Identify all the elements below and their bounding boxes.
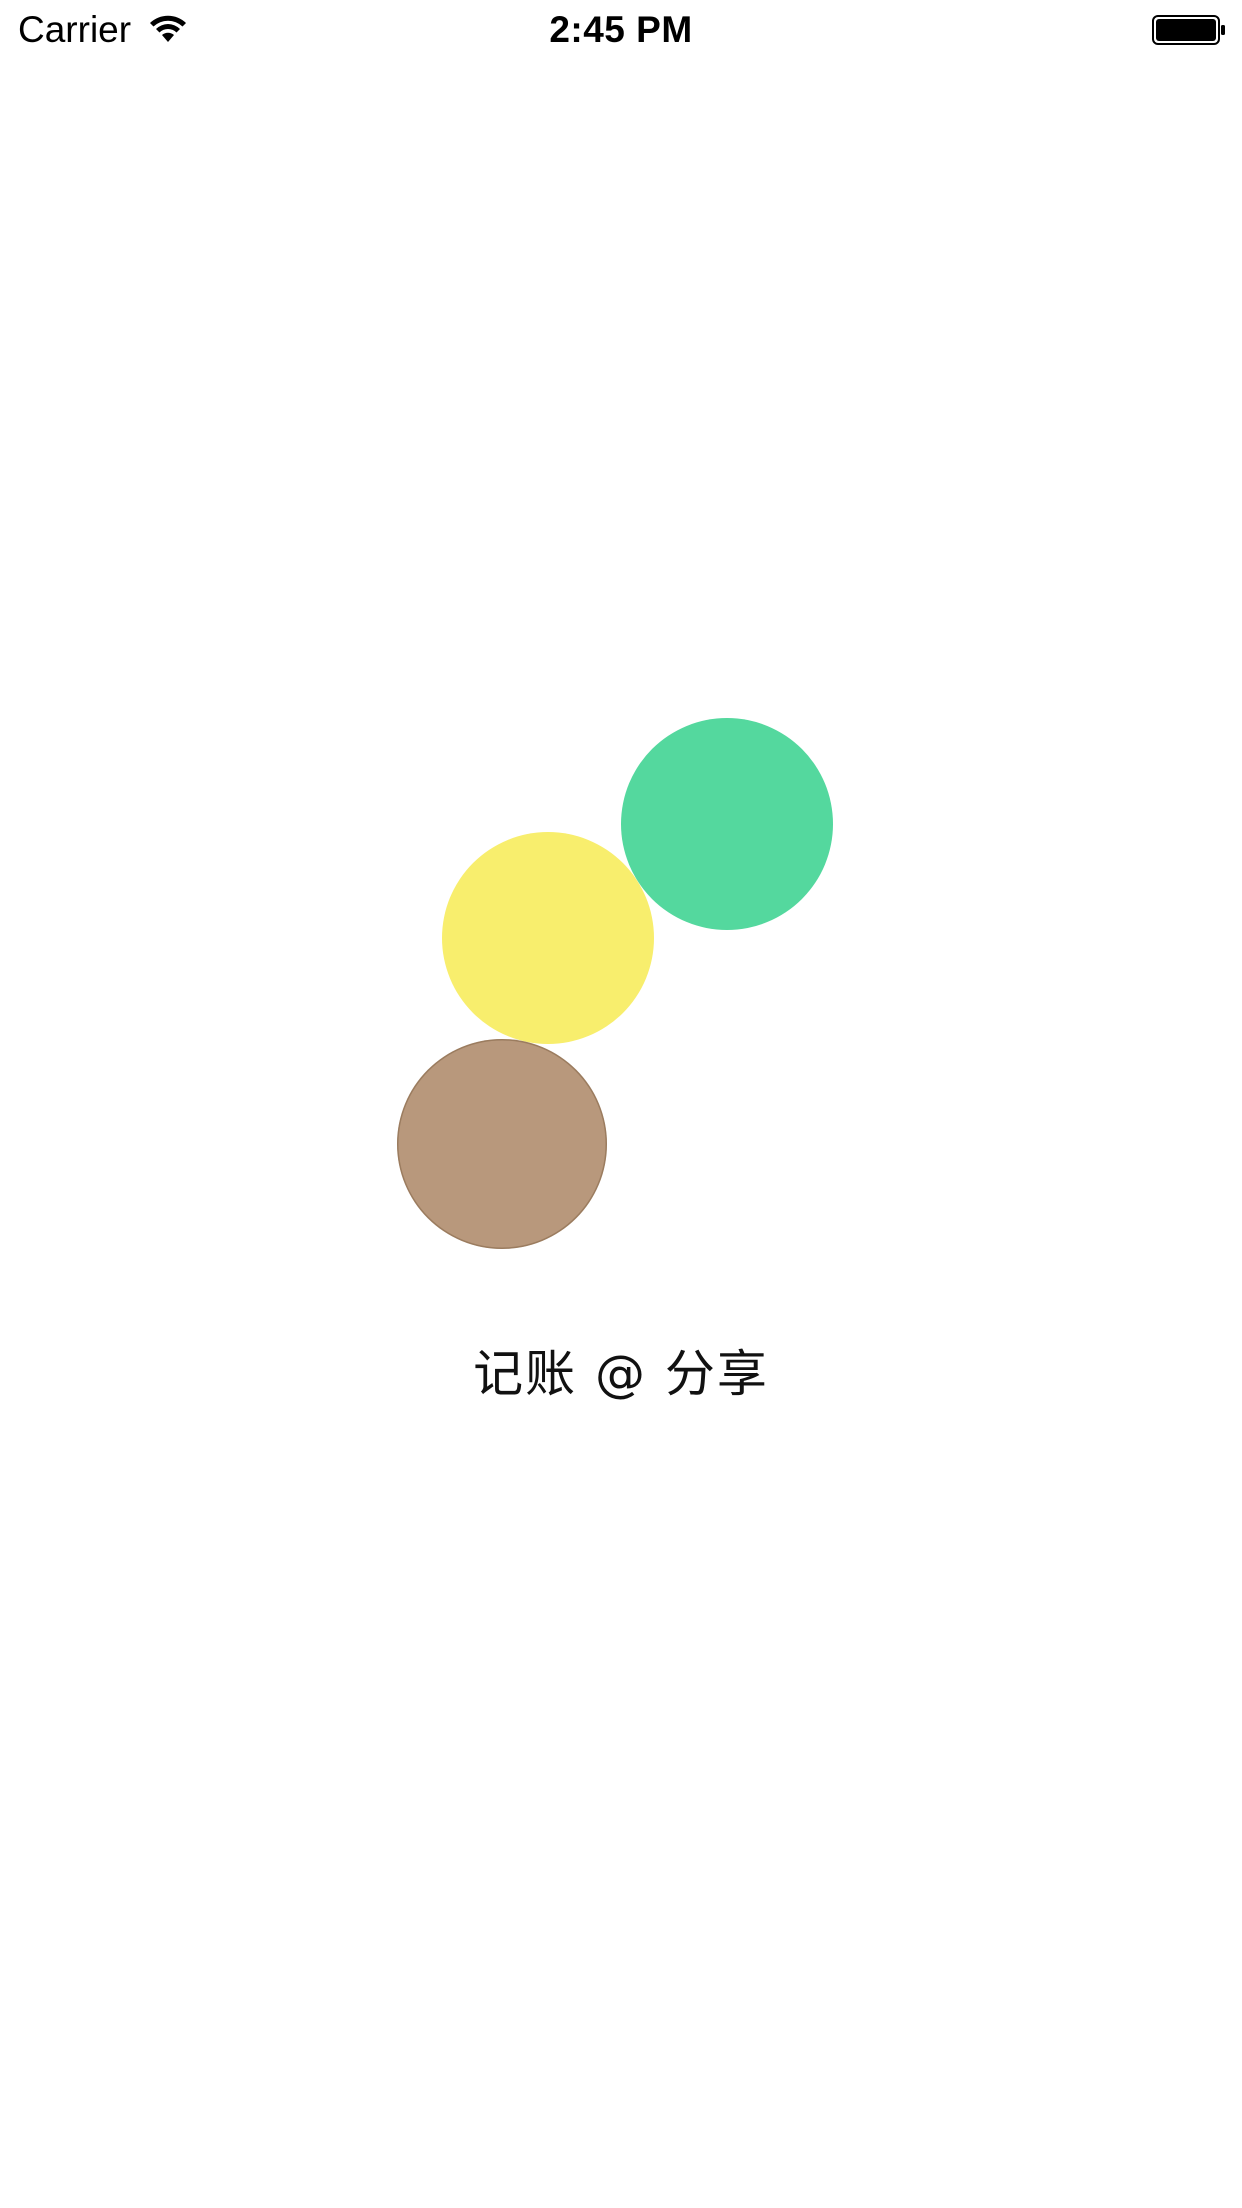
splash-screen: Carrier 2:45 PM 记账 @ 分享 xyxy=(0,0,1242,2208)
loading-dot-yellow xyxy=(442,832,654,1044)
status-time: 2:45 PM xyxy=(549,9,693,50)
battery-full-icon xyxy=(1152,14,1226,46)
loading-dot-brown xyxy=(397,1039,607,1249)
loading-dot-green xyxy=(621,718,833,930)
app-title: 记账 @ 分享 xyxy=(473,1345,769,1403)
status-bar: Carrier 2:45 PM xyxy=(0,0,1242,60)
